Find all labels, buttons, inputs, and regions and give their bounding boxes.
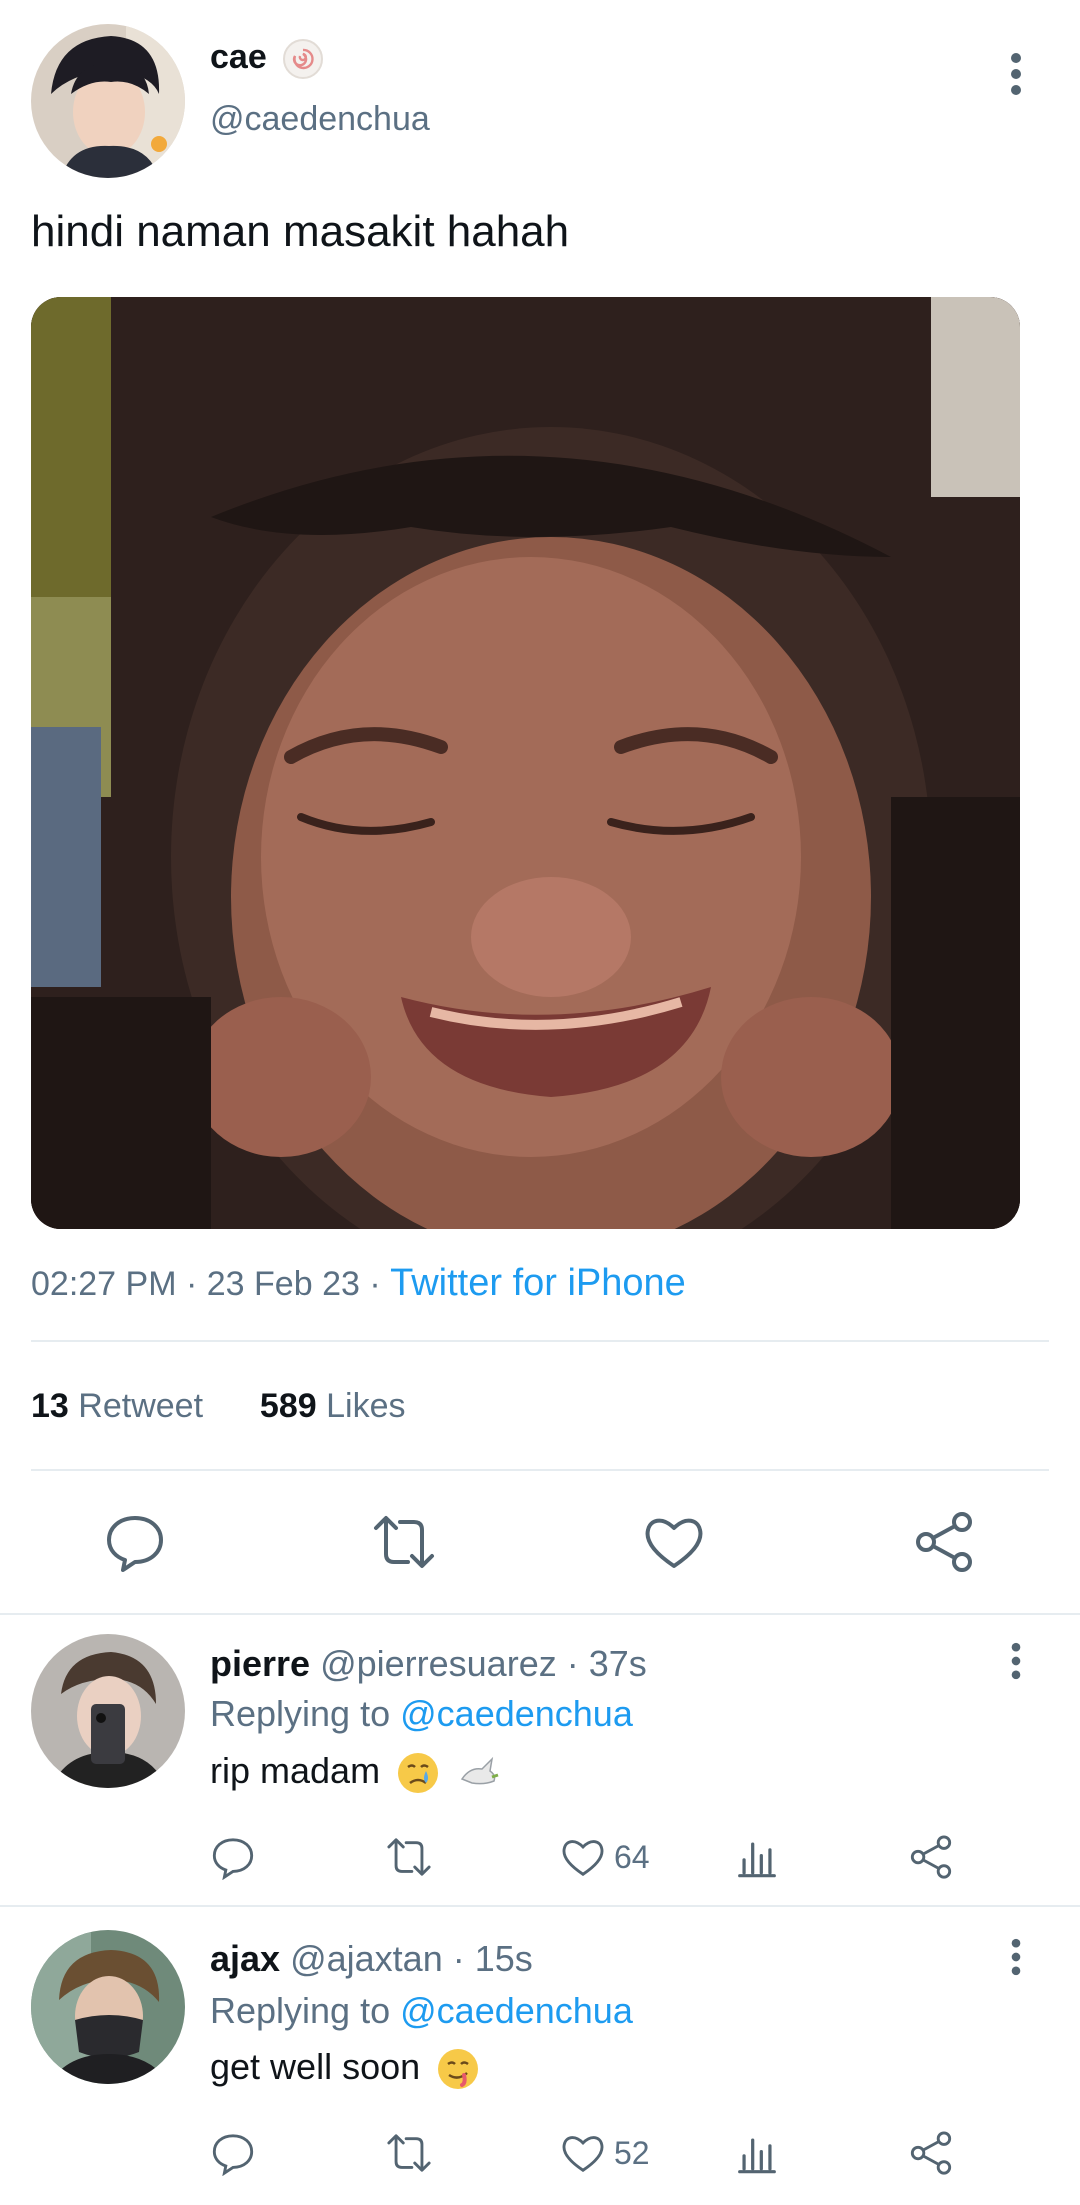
drooling-face-emoji-icon [436, 2047, 480, 2091]
fishcake-badge-icon [282, 38, 324, 80]
reply-header: ajax @ajaxtan · 15s [210, 1938, 533, 1980]
replying-label: Replying to [210, 1990, 391, 2031]
reply-text: rip madam [210, 1750, 381, 1791]
divider [31, 1469, 1049, 1471]
author-name[interactable]: cae [210, 38, 267, 77]
meta-separator: · [185, 1265, 207, 1303]
author-handle[interactable]: @caedenchua [210, 100, 430, 139]
reply-avatar[interactable] [31, 1930, 185, 2084]
reply-time: 37s [588, 1643, 647, 1684]
likes-count[interactable]: 589 [260, 1387, 317, 1425]
reply-author-name[interactable]: pierre [210, 1643, 310, 1684]
more-options-icon[interactable] [1010, 52, 1022, 96]
divider [0, 1613, 1080, 1615]
more-options-icon[interactable] [1010, 1938, 1022, 1982]
tweet-stats: 13 Retweet 589 Likes [31, 1387, 405, 1426]
tweet-date: 23 Feb 23 [206, 1265, 360, 1303]
like-icon[interactable] [642, 1510, 706, 1574]
reply-header: pierre @pierresuarez · 37s [210, 1643, 647, 1685]
author-avatar[interactable] [31, 24, 185, 178]
reply-time: 15s [474, 1938, 533, 1979]
reply-icon[interactable] [210, 1832, 256, 1882]
analytics-icon[interactable] [734, 2128, 780, 2178]
more-options-icon[interactable] [1010, 1642, 1022, 1686]
likes-label[interactable]: Likes [326, 1387, 405, 1425]
meta-separator: · [452, 1938, 465, 1979]
meta-separator: · [369, 1265, 391, 1303]
crying-face-emoji-icon [396, 1751, 440, 1795]
replying-label: Replying to [210, 1693, 391, 1734]
like-icon [562, 1840, 604, 1876]
reply-text-row: rip madam [210, 1750, 500, 1795]
reply-author-handle[interactable]: @pierresuarez [320, 1643, 557, 1684]
retweet-icon[interactable] [386, 1832, 432, 1882]
retweet-count[interactable]: 13 [31, 1387, 69, 1425]
dove-emoji-icon [456, 1751, 500, 1795]
replying-to: Replying to @caedenchua [210, 1990, 633, 2032]
like-count: 52 [614, 2134, 650, 2171]
reply-text-row: get well soon [210, 2046, 480, 2091]
tweet-meta: 02:27 PM · 23 Feb 23 · Twitter for iPhon… [31, 1262, 686, 1305]
replying-to: Replying to @caedenchua [210, 1693, 633, 1735]
reply-author-name[interactable]: ajax [210, 1938, 280, 1979]
analytics-icon[interactable] [734, 1832, 780, 1882]
divider [31, 1340, 1049, 1342]
reply-icon[interactable] [103, 1510, 167, 1574]
retweet-icon[interactable] [386, 2128, 432, 2178]
reply-author-handle[interactable]: @ajaxtan [290, 1938, 443, 1979]
meta-separator: · [566, 1643, 579, 1684]
share-icon[interactable] [908, 1832, 954, 1882]
reply-icon[interactable] [210, 2128, 256, 2178]
share-icon[interactable] [912, 1510, 976, 1574]
like-icon [562, 2136, 604, 2172]
tweet-text: hindi naman masakit hahah [31, 207, 570, 256]
divider [0, 1905, 1080, 1907]
replying-mention-link[interactable]: @caedenchua [400, 1990, 633, 2031]
tweet-source-link[interactable]: Twitter for iPhone [390, 1262, 686, 1304]
like-count: 64 [614, 1838, 650, 1875]
reply-avatar[interactable] [31, 1634, 185, 1788]
like-button[interactable]: 52 [560, 2128, 650, 2178]
like-button[interactable]: 64 [560, 1832, 650, 1882]
retweet-icon[interactable] [372, 1510, 436, 1574]
tweet-image[interactable] [31, 297, 1020, 1229]
reply-text: get well soon [210, 2046, 421, 2087]
tweet-time: 02:27 PM [31, 1265, 177, 1303]
retweet-label[interactable]: Retweet [78, 1387, 203, 1425]
share-icon[interactable] [908, 2128, 954, 2178]
replying-mention-link[interactable]: @caedenchua [400, 1693, 633, 1734]
